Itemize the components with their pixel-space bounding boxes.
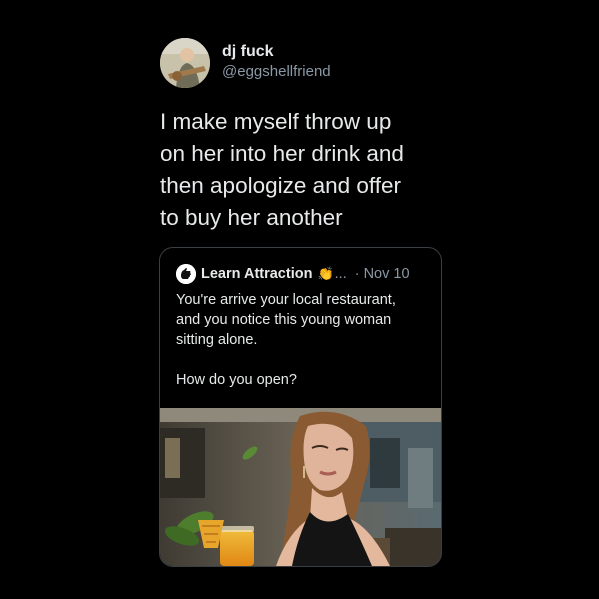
author-handle[interactable]: @eggshellfriend bbox=[222, 62, 331, 82]
clapping-emoji-icon: 👏 bbox=[317, 266, 334, 281]
avatar-photo bbox=[160, 38, 210, 88]
quoted-author-avatar[interactable] bbox=[176, 264, 196, 284]
quoted-tweet-header: Learn Attraction 👏 ... · Nov 10 bbox=[176, 264, 410, 284]
meta-separator: · bbox=[354, 266, 360, 282]
quoted-tweet-image[interactable] bbox=[160, 408, 441, 566]
quoted-author-name[interactable]: Learn Attraction bbox=[201, 265, 312, 283]
name-truncation: ... bbox=[334, 266, 347, 282]
hand-logo-icon bbox=[176, 264, 196, 284]
tweet-author: dj fuck @eggshellfriend bbox=[222, 42, 331, 82]
tweet-text: I make myself throw up on her into her d… bbox=[160, 109, 404, 230]
tweet-avatar[interactable] bbox=[160, 38, 210, 88]
photo-woman-restaurant-icon bbox=[160, 408, 441, 566]
quoted-tweet-card[interactable]: Learn Attraction 👏 ... · Nov 10 You're a… bbox=[159, 247, 442, 567]
quoted-tweet-text: You're arrive your local restaurant, and… bbox=[176, 292, 396, 388]
quoted-tweet-date[interactable]: Nov 10 bbox=[364, 265, 410, 283]
author-display-name[interactable]: dj fuck bbox=[222, 42, 331, 62]
